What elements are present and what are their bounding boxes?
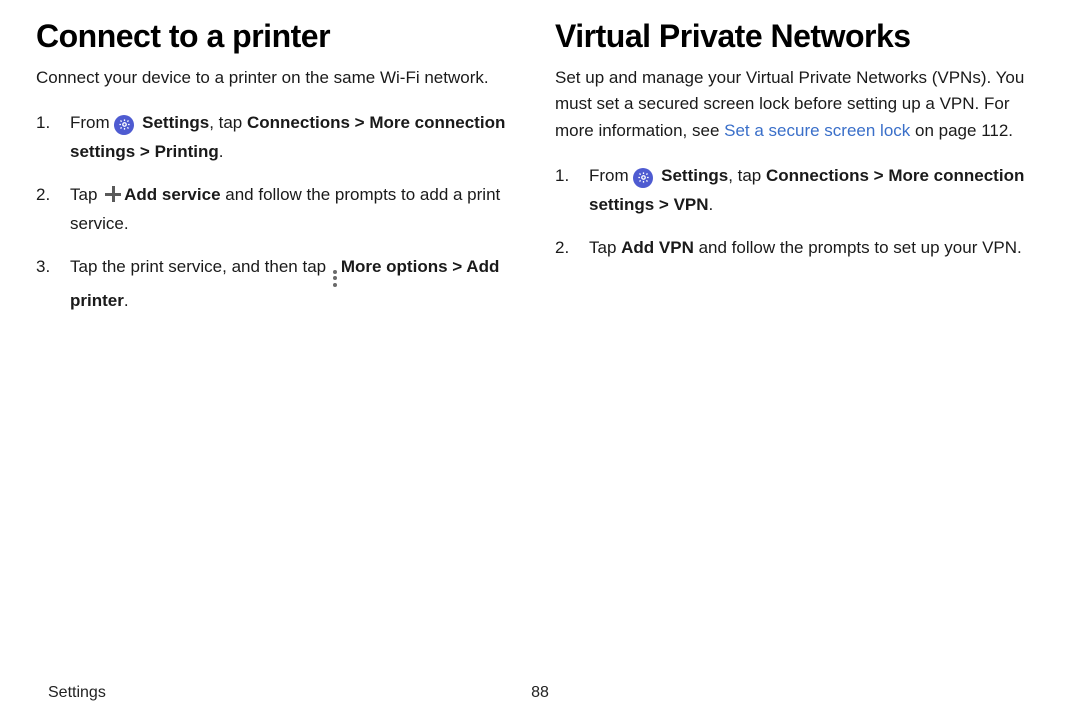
text: From bbox=[589, 166, 633, 185]
text: Printing bbox=[155, 142, 219, 161]
printer-steps: From Settings, tap Connections > More co… bbox=[36, 109, 525, 315]
text: Add VPN bbox=[621, 238, 694, 257]
vpn-steps: From Settings, tap Connections > More co… bbox=[555, 162, 1044, 263]
intro-printer: Connect your device to a printer on the … bbox=[36, 65, 525, 91]
text: > bbox=[448, 257, 467, 276]
text: Tap bbox=[70, 185, 102, 204]
text: More options bbox=[341, 257, 448, 276]
text: . bbox=[709, 195, 714, 214]
text: Connections bbox=[247, 113, 350, 132]
intro-vpn: Set up and manage your Virtual Private N… bbox=[555, 65, 1044, 144]
printer-step-2: Tap Add service and follow the prompts t… bbox=[36, 181, 525, 239]
text: Tap the print service, and then tap bbox=[70, 257, 331, 276]
more-options-icon bbox=[333, 270, 337, 287]
text: > bbox=[654, 195, 673, 214]
page-number: 88 bbox=[531, 684, 549, 702]
text: and follow the prompts to set up your VP… bbox=[694, 238, 1022, 257]
text: > bbox=[350, 113, 369, 132]
heading-connect-printer: Connect to a printer bbox=[36, 18, 525, 55]
text: , tap bbox=[209, 113, 247, 132]
text: Settings bbox=[142, 113, 209, 132]
vpn-step-2: Tap Add VPN and follow the prompts to se… bbox=[555, 234, 1044, 263]
heading-vpn: Virtual Private Networks bbox=[555, 18, 1044, 55]
text: on page 112. bbox=[910, 121, 1013, 140]
text: > bbox=[869, 166, 888, 185]
settings-gear-icon bbox=[114, 115, 134, 135]
text: , tap bbox=[728, 166, 766, 185]
page-content: Connect to a printer Connect your device… bbox=[0, 0, 1080, 330]
link-set-secure-lock[interactable]: Set a secure screen lock bbox=[724, 121, 910, 140]
left-column: Connect to a printer Connect your device… bbox=[36, 18, 525, 330]
printer-step-3: Tap the print service, and then tap More… bbox=[36, 253, 525, 316]
text: From bbox=[70, 113, 114, 132]
text: . bbox=[219, 142, 224, 161]
plus-icon bbox=[105, 186, 121, 202]
text: Add service bbox=[124, 185, 220, 204]
text: Tap bbox=[589, 238, 621, 257]
page-footer: Settings 88 bbox=[0, 684, 1080, 702]
text: . bbox=[124, 291, 129, 310]
footer-section: Settings bbox=[48, 684, 106, 702]
right-column: Virtual Private Networks Set up and mana… bbox=[555, 18, 1044, 330]
settings-gear-icon bbox=[633, 168, 653, 188]
text: Settings bbox=[661, 166, 728, 185]
vpn-step-1: From Settings, tap Connections > More co… bbox=[555, 162, 1044, 220]
text: > bbox=[135, 142, 154, 161]
printer-step-1: From Settings, tap Connections > More co… bbox=[36, 109, 525, 167]
text: VPN bbox=[674, 195, 709, 214]
text: Connections bbox=[766, 166, 869, 185]
